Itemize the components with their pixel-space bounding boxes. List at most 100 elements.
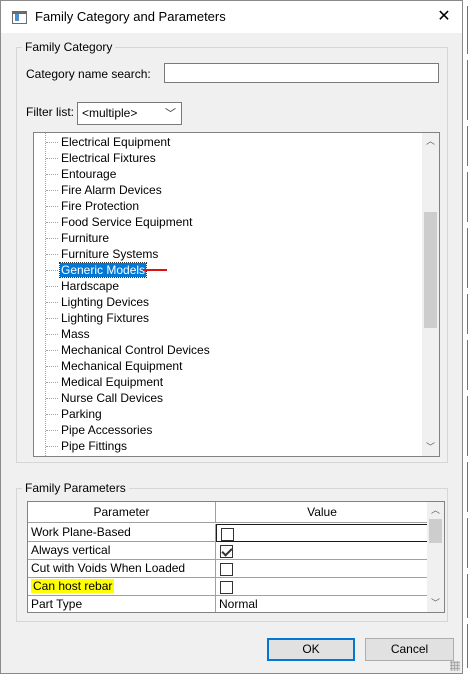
window-icon xyxy=(12,11,27,24)
parameter-name-cell: Always vertical xyxy=(28,542,216,560)
tree-item-lighting-fixtures[interactable]: Lighting Fixtures xyxy=(34,310,424,326)
tree-item-fire-protection[interactable]: Fire Protection xyxy=(34,198,424,214)
tree-branch-line xyxy=(46,174,58,175)
category-search-input[interactable] xyxy=(164,63,439,83)
tree-item-hardscape[interactable]: Hardscape xyxy=(34,278,424,294)
parameter-name-cell: Cut with Voids When Loaded xyxy=(28,560,216,578)
parameter-name-cell: Work Plane-Based xyxy=(28,524,216,542)
scroll-up-icon[interactable]: ︿ xyxy=(422,133,439,150)
scroll-down-icon[interactable]: ﹀ xyxy=(427,595,444,612)
parameter-checkbox[interactable] xyxy=(220,581,233,594)
tree-item-label: Furniture Systems xyxy=(61,247,159,261)
column-header-value[interactable]: Value xyxy=(216,502,428,523)
tree-item-furniture[interactable]: Furniture xyxy=(34,230,424,246)
scroll-down-icon[interactable]: ﹀ xyxy=(422,439,439,456)
tree-item-lighting-devices[interactable]: Lighting Devices xyxy=(34,294,424,310)
parameter-value-cell[interactable] xyxy=(216,524,428,542)
parameter-value: Normal xyxy=(219,597,258,611)
tree-branch-line xyxy=(46,286,58,287)
tree-branch-line xyxy=(46,158,58,159)
parameters-grid: Parameter Value Work Plane-Based Always v… xyxy=(27,501,445,613)
dialog-window: Family Category and Parameters ✕ Family … xyxy=(0,0,463,674)
tree-item-parking[interactable]: Parking xyxy=(34,406,424,422)
tree-branch-line xyxy=(46,318,58,319)
cancel-button[interactable]: Cancel xyxy=(365,638,454,661)
category-search-label: Category name search: xyxy=(26,67,151,81)
tree-item-label: Food Service Equipment xyxy=(61,215,193,229)
category-tree-scrollbar[interactable]: ︿ ﹀ xyxy=(422,133,439,456)
tree-branch-line xyxy=(46,414,58,415)
tree-branch-line xyxy=(46,382,58,383)
tree-item-electrical-fixtures[interactable]: Electrical Fixtures xyxy=(34,150,424,166)
tree-item-label: Mechanical Equipment xyxy=(61,359,183,373)
column-header-parameter[interactable]: Parameter xyxy=(28,502,216,523)
chevron-down-icon: ﹀ xyxy=(165,108,176,120)
table-row: Cut with Voids When Loaded xyxy=(28,560,428,578)
parameter-value-cell[interactable]: Normal xyxy=(216,596,428,612)
parameter-name-cell: Can host rebar xyxy=(28,578,216,596)
tree-item-label: Pipe Accessories xyxy=(61,423,153,437)
tree-branch-line xyxy=(46,206,58,207)
tree-item-label: Hardscape xyxy=(61,279,120,293)
filter-list-label: Filter list: xyxy=(26,105,74,119)
tree-item-label: Nurse Call Devices xyxy=(61,391,164,405)
table-row: Can host rebar xyxy=(28,578,428,596)
filter-list-select[interactable]: <multiple> ﹀ xyxy=(77,102,182,125)
ok-button[interactable]: OK xyxy=(267,638,355,661)
tree-item-fire-alarm-devices[interactable]: Fire Alarm Devices xyxy=(34,182,424,198)
family-category-label: Family Category xyxy=(22,40,116,54)
tree-item-nurse-call-devices[interactable]: Nurse Call Devices xyxy=(34,390,424,406)
parameter-value-cell[interactable] xyxy=(216,542,428,560)
tree-item-label: Medical Equipment xyxy=(61,375,164,389)
tree-item-label: Mass xyxy=(61,327,90,341)
scrollbar-thumb[interactable] xyxy=(429,519,442,543)
tree-branch-line xyxy=(46,222,58,223)
title-bar: Family Category and Parameters ✕ xyxy=(1,1,462,33)
tree-item-furniture-systems[interactable]: Furniture Systems xyxy=(34,246,424,262)
parameter-name: Cut with Voids When Loaded xyxy=(31,561,186,575)
tree-item-entourage[interactable]: Entourage xyxy=(34,166,424,182)
tree-branch-line xyxy=(46,142,58,143)
parameter-name: Part Type xyxy=(31,597,83,611)
scroll-up-icon[interactable]: ︿ xyxy=(427,502,444,519)
parameter-name-cell: Part Type xyxy=(28,596,216,612)
tree-branch-line xyxy=(46,350,58,351)
tree-item-generic-models[interactable]: Generic Models xyxy=(34,262,424,278)
parameter-value-cell[interactable] xyxy=(216,560,428,578)
tree-item-label: Furniture xyxy=(61,231,110,245)
tree-item-label: Electrical Fixtures xyxy=(61,151,156,165)
tree-item-electrical-equipment[interactable]: Electrical Equipment xyxy=(34,134,424,150)
tree-branch-line xyxy=(46,238,58,239)
tree-item-food-service-equipment[interactable]: Food Service Equipment xyxy=(34,214,424,230)
scrollbar-thumb[interactable] xyxy=(424,212,437,328)
parameters-grid-scrollbar[interactable]: ︿ ﹀ xyxy=(427,502,444,612)
tree-item-mechanical-equipment[interactable]: Mechanical Equipment xyxy=(34,358,424,374)
red-annotation-mark xyxy=(143,269,167,271)
tree-item-mechanical-control-devices[interactable]: Mechanical Control Devices xyxy=(34,342,424,358)
category-tree[interactable]: Electrical Equipment Electrical Fixtures E… xyxy=(33,132,440,457)
close-button[interactable]: ✕ xyxy=(426,1,462,33)
tree-branch-line xyxy=(46,270,58,271)
tree-branch-line xyxy=(46,430,58,431)
tree-branch-line xyxy=(46,334,58,335)
parameter-checkbox[interactable] xyxy=(220,563,233,576)
tree-item-pipe-fittings[interactable]: Pipe Fittings xyxy=(34,438,424,454)
background-guide-marks xyxy=(463,0,471,674)
parameter-checkbox[interactable] xyxy=(220,545,233,558)
parameter-name: Can host rebar xyxy=(31,579,115,593)
tree-item-label: Electrical Equipment xyxy=(61,135,171,149)
tree-branch-line xyxy=(46,254,58,255)
tree-item-pipe-accessories[interactable]: Pipe Accessories xyxy=(34,422,424,438)
tree-item-label: Fire Protection xyxy=(61,199,140,213)
filter-list-value: <multiple> xyxy=(82,106,138,120)
tree-branch-line xyxy=(46,398,58,399)
tree-item-mass[interactable]: Mass xyxy=(34,326,424,342)
parameter-value-cell[interactable] xyxy=(216,578,428,596)
tree-branch-line xyxy=(46,446,58,447)
grid-header: Parameter Value xyxy=(28,502,428,523)
parameter-checkbox[interactable] xyxy=(221,528,234,541)
resize-grip-icon[interactable] xyxy=(450,661,460,671)
tree-branch-line xyxy=(46,190,58,191)
parameter-name: Always vertical xyxy=(31,543,111,557)
tree-item-medical-equipment[interactable]: Medical Equipment xyxy=(34,374,424,390)
